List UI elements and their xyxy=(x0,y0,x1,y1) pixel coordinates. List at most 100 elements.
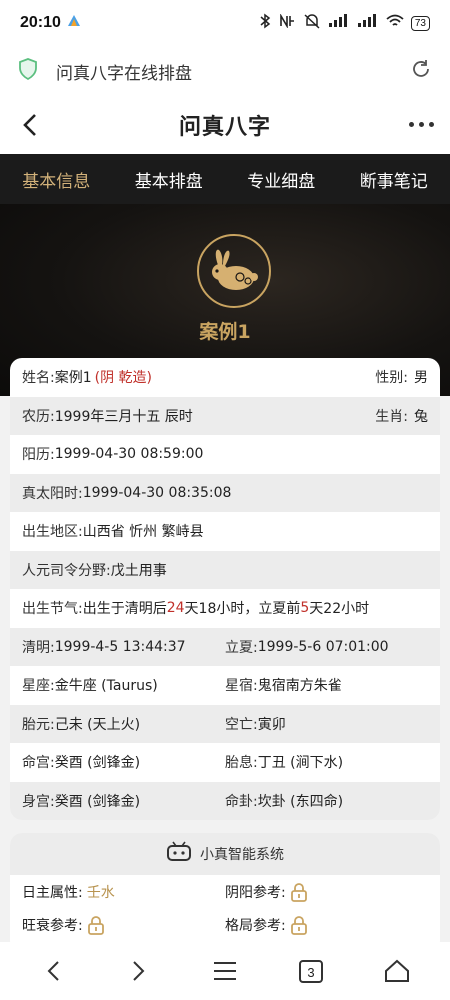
place-label: 出生地区: xyxy=(22,524,83,541)
solar-value: 1999-04-30 08:59:00 xyxy=(54,446,204,463)
app-header: 问真八字 xyxy=(0,96,450,154)
tab-professional-chart[interactable]: 专业细盘 xyxy=(239,167,323,192)
kongwang-value: 寅卯 xyxy=(257,716,286,733)
lixia-value: 1999-5-6 07:01:00 xyxy=(257,638,389,655)
tab-basic-chart[interactable]: 基本排盘 xyxy=(127,167,211,192)
name-label: 姓名: xyxy=(22,370,55,387)
yinyang-label: 阴阳参考: xyxy=(225,884,286,901)
status-time: 20:10 xyxy=(20,14,61,31)
info-row-lunar: 农历: 1999年三月十五 辰时 生肖: 兔 xyxy=(10,396,440,435)
info-row-shengong: 身宫: 癸酉 (剑锋金) 命卦: 坎卦 (东四命) xyxy=(10,781,440,820)
browser-page-title[interactable]: 问真八字在线排盘 xyxy=(56,59,192,84)
jieqi-days-after: 24 xyxy=(166,600,185,617)
qingming-label: 清明: xyxy=(22,639,55,656)
signal-icon-2 xyxy=(357,14,379,32)
browser-url-bar[interactable]: 问真八字在线排盘 xyxy=(0,46,450,96)
smart-row-2: 旺衰参考: 格局参考: xyxy=(10,908,440,941)
tab-notes[interactable]: 断事笔记 xyxy=(352,167,436,192)
jieqi-label: 出生节气: xyxy=(22,601,83,618)
smart-system-header: 小真智能系统 xyxy=(10,833,440,875)
rabbit-icon xyxy=(212,249,258,290)
jieqi-text-c: 天22小时 xyxy=(309,601,370,618)
true-solar-value: 1999-04-30 08:35:08 xyxy=(82,484,232,501)
lunar-label: 农历: xyxy=(22,408,55,425)
lunar-value: 1999年三月十五 辰时 xyxy=(54,408,193,425)
minggua-label: 命卦: xyxy=(225,793,258,810)
xingzuo-label: 星座: xyxy=(22,678,55,695)
zodiac-value: 兔 xyxy=(414,408,428,425)
info-row-true-solar: 真太阳时: 1999-04-30 08:35:08 xyxy=(10,473,440,512)
solar-label: 阳历: xyxy=(22,447,55,464)
info-row-minggong: 命宫: 癸酉 (剑锋金) 胎息: 丁丑 (涧下水) xyxy=(10,743,440,782)
true-solar-label: 真太阳时: xyxy=(22,485,83,502)
info-row-place: 出生地区: 山西省 忻州 繁峙县 xyxy=(10,512,440,551)
tab-bar: 基本信息 基本排盘 专业细盘 断事笔记 xyxy=(0,154,450,204)
place-value: 山西省 忻州 繁峙县 xyxy=(82,524,204,541)
battery-indicator: 73 xyxy=(410,15,430,31)
nav-back-button[interactable] xyxy=(31,949,75,993)
basic-info-card: 姓名: 案例1 (阴 乾造) 性别: 男 农历: 1999年三月十五 辰时 生肖… xyxy=(10,358,440,820)
siling-value: 戊土用事 xyxy=(110,562,167,579)
taixi-label: 胎息: xyxy=(225,755,258,772)
taiyuan-label: 胎元: xyxy=(22,716,55,733)
bluetooth-icon xyxy=(259,13,271,33)
nav-home-button[interactable] xyxy=(375,949,419,993)
rizhu-label: 日主属性: xyxy=(22,884,83,901)
tab-count: 3 xyxy=(307,965,315,980)
geju-label: 格局参考: xyxy=(225,917,286,934)
nfc-icon xyxy=(278,13,296,32)
robot-icon xyxy=(166,841,192,867)
nav-menu-button[interactable] xyxy=(203,949,247,993)
smart-row-1: 日主属性: 壬水 阴阳参考: xyxy=(10,875,440,908)
wangshuai-label: 旺衰参考: xyxy=(22,917,83,934)
smart-system-card: 小真智能系统 日主属性: 壬水 阴阳参考: 旺衰参考: 格局参考: xyxy=(10,833,440,953)
zodiac-label: 生肖: xyxy=(375,408,408,425)
chevron-left-icon xyxy=(23,114,36,136)
gender-label: 性别: xyxy=(375,370,408,387)
reload-icon[interactable] xyxy=(410,58,432,84)
signal-icon xyxy=(328,14,350,32)
jieqi-days-before: 5 xyxy=(300,600,310,617)
menu-icon xyxy=(214,962,236,980)
browser-bottom-nav: 3 xyxy=(0,942,450,1000)
info-row-taiyuan: 胎元: 己未 (天上火) 空亡: 寅卯 xyxy=(10,704,440,743)
name-note: (阴 乾造) xyxy=(94,370,153,387)
qingming-value: 1999-4-5 13:44:37 xyxy=(54,638,186,655)
gender-value: 男 xyxy=(414,370,428,387)
home-icon xyxy=(385,959,409,982)
chevron-right-icon xyxy=(133,961,145,981)
nav-tabs-button[interactable]: 3 xyxy=(289,949,333,993)
name-value: 案例1 xyxy=(54,370,92,387)
tab-basic-info[interactable]: 基本信息 xyxy=(14,167,98,192)
info-row-jieqi: 出生节气: 出生于清明后 24 天18小时，立夏前 5 天22小时 xyxy=(10,589,440,628)
status-bar: 20:10 73 xyxy=(0,0,450,46)
xingxiu-label: 星宿: xyxy=(225,678,258,695)
app-notification-icon xyxy=(67,14,81,32)
case-name: 案例1 xyxy=(199,321,251,343)
smart-system-title: 小真智能系统 xyxy=(200,847,284,863)
lock-icon[interactable] xyxy=(290,882,308,902)
minggong-label: 命宫: xyxy=(22,755,55,772)
shengong-label: 身宫: xyxy=(22,793,55,810)
info-row-siling: 人元司令分野: 戊土用事 xyxy=(10,550,440,589)
taixi-value: 丁丑 (涧下水) xyxy=(257,755,344,772)
xingxiu-value: 鬼宿南方朱雀 xyxy=(257,678,342,695)
lixia-label: 立夏: xyxy=(225,639,258,656)
jieqi-text-b: 天18小时，立夏前 xyxy=(184,601,301,618)
kongwang-label: 空亡: xyxy=(225,716,258,733)
info-row-xingzuo: 星座: 金牛座 (Taurus) 星宿: 鬼宿南方朱雀 xyxy=(10,666,440,705)
lock-icon[interactable] xyxy=(290,915,308,935)
minggua-value: 坎卦 (东四命) xyxy=(257,793,344,810)
minggong-value: 癸酉 (剑锋金) xyxy=(54,755,141,772)
rabbit-zodiac-emblem xyxy=(197,234,271,308)
shield-icon xyxy=(18,58,38,84)
lock-icon[interactable] xyxy=(87,915,105,935)
xingzuo-value: 金牛座 (Taurus) xyxy=(54,678,158,695)
info-row-qingming-lixia: 清明: 1999-4-5 13:44:37 立夏: 1999-5-6 07:01… xyxy=(10,627,440,666)
shengong-value: 癸酉 (剑锋金) xyxy=(54,793,141,810)
nav-forward-button[interactable] xyxy=(117,949,161,993)
chevron-left-icon xyxy=(47,961,59,981)
back-button[interactable] xyxy=(14,109,46,141)
more-options-button[interactable] xyxy=(409,122,434,127)
mute-icon xyxy=(303,13,321,33)
